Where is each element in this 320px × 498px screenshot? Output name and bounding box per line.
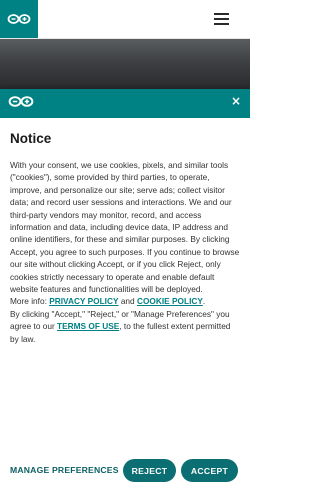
privacy-policy-link[interactable]: PRIVACY POLICY (49, 296, 118, 306)
reject-button[interactable]: REJECT (123, 459, 176, 482)
period-text: . (202, 296, 206, 307)
banner-header: × (0, 89, 250, 118)
notice-title: Notice (10, 131, 52, 146)
site-logo[interactable] (0, 0, 38, 38)
arduino-infinity-icon (7, 14, 31, 24)
accept-button[interactable]: ACCEPT (181, 459, 238, 482)
manage-preferences-button[interactable]: MANAGE PREFERENCES (10, 465, 119, 475)
hamburger-line (214, 13, 229, 15)
agreement-line: By clicking "Accept," "Reject," or "Mana… (10, 308, 240, 345)
more-info-prefix: More info: (10, 296, 50, 307)
hamburger-line (214, 23, 229, 25)
hero-image (0, 39, 250, 89)
cookie-consent-banner: × Notice With your consent, we use cooki… (0, 89, 250, 498)
banner-actions: MANAGE PREFERENCES REJECT ACCEPT (0, 459, 250, 485)
terms-of-use-link[interactable]: TERMS OF USE (57, 321, 119, 331)
page: × Notice With your consent, we use cooki… (0, 0, 250, 498)
hamburger-line (214, 18, 229, 20)
hamburger-menu-icon[interactable] (214, 13, 229, 25)
notice-body: With your consent, we use cookies, pixel… (10, 159, 240, 417)
more-info-line: More info: PRIVACY POLICY and COOKIE POL… (10, 295, 240, 307)
cookie-policy-link[interactable]: COOKIE POLICY (137, 296, 203, 306)
notice-main-text: With your consent, we use cookies, pixel… (10, 160, 240, 295)
and-text: and (118, 296, 137, 307)
close-icon[interactable]: × (231, 94, 241, 108)
site-header (0, 0, 250, 39)
arduino-infinity-icon (8, 96, 34, 107)
